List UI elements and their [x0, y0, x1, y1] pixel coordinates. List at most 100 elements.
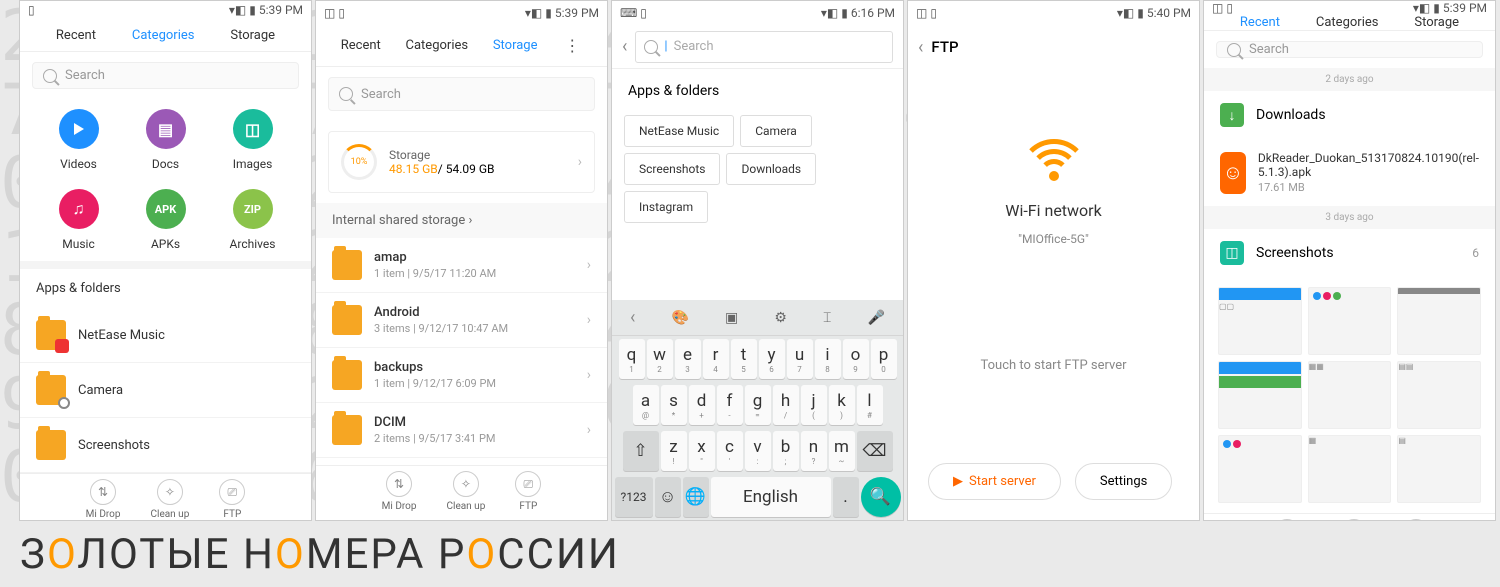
key-e[interactable]: e3: [675, 339, 701, 379]
folder-row[interactable]: DCIM2 items | 9/5/17 3:41 PM›: [316, 403, 607, 458]
settings-button[interactable]: Settings: [1075, 463, 1172, 500]
settings-icon[interactable]: ⚙: [774, 310, 787, 326]
tab-categories[interactable]: Categories: [406, 38, 469, 53]
screenshot-thumb[interactable]: [1218, 361, 1302, 429]
mic-icon[interactable]: 🎤: [867, 310, 884, 326]
search-key[interactable]: 🔍: [861, 477, 901, 517]
key-w[interactable]: w2: [647, 339, 673, 379]
start-server-button[interactable]: ▶Start server: [928, 463, 1061, 500]
key-x[interactable]: x": [689, 431, 715, 471]
shift-key[interactable]: ⇧: [623, 431, 659, 471]
key-z[interactable]: z!: [661, 431, 687, 471]
key-t[interactable]: t5: [731, 339, 757, 379]
period-key[interactable]: .: [833, 477, 859, 517]
category-archives[interactable]: ZIPArchives: [214, 189, 291, 251]
tab-recent[interactable]: Recent: [1240, 15, 1280, 30]
chip[interactable]: NetEase Music: [624, 115, 734, 147]
cleanup-button[interactable]: ✧Clean up: [1335, 519, 1374, 521]
tab-categories[interactable]: Categories: [1316, 15, 1379, 30]
key-a[interactable]: a@: [633, 385, 659, 425]
tab-storage[interactable]: Storage: [230, 28, 275, 43]
key-n[interactable]: n?: [801, 431, 827, 471]
midrop-button[interactable]: ⇅Mi Drop: [86, 479, 121, 520]
cursor-icon[interactable]: ⌶: [823, 310, 831, 326]
screenshot-thumb[interactable]: ▦▦: [1308, 361, 1392, 429]
search-input[interactable]: Search: [1216, 41, 1483, 58]
tab-storage[interactable]: Storage: [1414, 15, 1459, 30]
category-apks[interactable]: APKAPKs: [127, 189, 204, 251]
ftp-button[interactable]: ⎚FTP: [1403, 519, 1429, 521]
tab-storage[interactable]: Storage: [493, 38, 538, 53]
midrop-button[interactable]: ⇅Mi Drop: [1270, 519, 1305, 521]
tab-recent[interactable]: Recent: [56, 28, 96, 43]
key-i[interactable]: i8: [815, 339, 841, 379]
cleanup-button[interactable]: ✧Clean up: [151, 479, 190, 520]
key-h[interactable]: h/: [773, 385, 799, 425]
screenshot-thumb[interactable]: [1218, 435, 1302, 503]
screenshots-header[interactable]: ◫Screenshots6: [1204, 229, 1495, 277]
tab-categories[interactable]: Categories: [132, 28, 195, 43]
folder-row[interactable]: backups1 item | 9/12/17 6:09 PM›: [316, 348, 607, 403]
search-input[interactable]: |Search: [635, 31, 893, 63]
folder-row[interactable]: Android3 items | 9/12/17 10:47 AM›: [316, 293, 607, 348]
back-icon[interactable]: ‹: [622, 36, 627, 57]
key-m[interactable]: m~: [829, 431, 855, 471]
globe-key[interactable]: 🌐: [683, 477, 709, 517]
ftp-button[interactable]: ⎚FTP: [515, 471, 541, 512]
key-d[interactable]: d+: [689, 385, 715, 425]
storage-card[interactable]: 10% Storage 48.15 GB/ 54.09 GB ›: [328, 131, 595, 193]
key-k[interactable]: k): [829, 385, 855, 425]
tab-recent[interactable]: Recent: [341, 38, 381, 53]
key-o[interactable]: o9: [843, 339, 869, 379]
screenshot-thumb[interactable]: ▢▢: [1218, 287, 1302, 355]
apk-file-row[interactable]: ☺ DkReader_Duokan_513170824.10190(rel-5.…: [1204, 139, 1495, 206]
key-v[interactable]: v:: [745, 431, 771, 471]
screenshot-thumb[interactable]: ▤▤: [1397, 361, 1481, 429]
category-docs[interactable]: ▤Docs: [127, 109, 204, 171]
key-b[interactable]: b;: [773, 431, 799, 471]
chip[interactable]: Screenshots: [624, 153, 720, 185]
key-j[interactable]: j(: [801, 385, 827, 425]
chip[interactable]: Downloads: [726, 153, 816, 185]
chip[interactable]: Camera: [740, 115, 812, 147]
key-l[interactable]: l#: [857, 385, 883, 425]
space-key[interactable]: English: [711, 477, 831, 517]
key-q[interactable]: q1: [619, 339, 645, 379]
menu-icon[interactable]: ⋮: [562, 36, 582, 55]
downloads-header[interactable]: ↓Downloads: [1204, 91, 1495, 139]
key-r[interactable]: r4: [703, 339, 729, 379]
back-icon[interactable]: ‹: [918, 37, 923, 58]
category-videos[interactable]: Videos: [40, 109, 117, 171]
search-input[interactable]: Search: [32, 62, 299, 89]
palette-icon[interactable]: 🎨: [672, 310, 689, 326]
key-s[interactable]: s*: [661, 385, 687, 425]
key-u[interactable]: u7: [787, 339, 813, 379]
screenshot-thumb[interactable]: [1397, 287, 1481, 355]
symbols-key[interactable]: ?123: [615, 477, 653, 517]
folder-camera[interactable]: Camera: [20, 363, 311, 418]
search-input[interactable]: Search: [328, 77, 595, 111]
folder-row[interactable]: dianxin1 item | 9/6/17 3:24 PM›: [316, 458, 607, 465]
key-g[interactable]: g=: [745, 385, 771, 425]
emoji-key[interactable]: ☺: [655, 477, 681, 517]
cleanup-button[interactable]: ✧Clean up: [447, 471, 486, 512]
screenshot-thumb[interactable]: ▤: [1397, 435, 1481, 503]
key-f[interactable]: f-: [717, 385, 743, 425]
folder-netease[interactable]: NetEase Music: [20, 308, 311, 363]
chip[interactable]: Instagram: [624, 191, 708, 223]
screenshot-thumb[interactable]: [1308, 287, 1392, 355]
ftp-button[interactable]: ⎚FTP: [219, 479, 245, 520]
folder-row[interactable]: amap1 item | 9/5/17 11:20 AM›: [316, 238, 607, 293]
midrop-button[interactable]: ⇅Mi Drop: [382, 471, 417, 512]
key-c[interactable]: c': [717, 431, 743, 471]
clipboard-icon[interactable]: ▣: [725, 310, 738, 326]
key-p[interactable]: p0: [871, 339, 897, 379]
folder-screenshots[interactable]: Screenshots: [20, 418, 311, 473]
breadcrumb[interactable]: Internal shared storage ›: [316, 203, 607, 238]
category-music[interactable]: ♫Music: [40, 189, 117, 251]
backspace-key[interactable]: ⌫: [857, 431, 893, 471]
screenshot-thumb[interactable]: ▦: [1308, 435, 1392, 503]
key-y[interactable]: y6: [759, 339, 785, 379]
kb-collapse-icon[interactable]: ‹: [630, 307, 635, 328]
category-images[interactable]: ◫Images: [214, 109, 291, 171]
